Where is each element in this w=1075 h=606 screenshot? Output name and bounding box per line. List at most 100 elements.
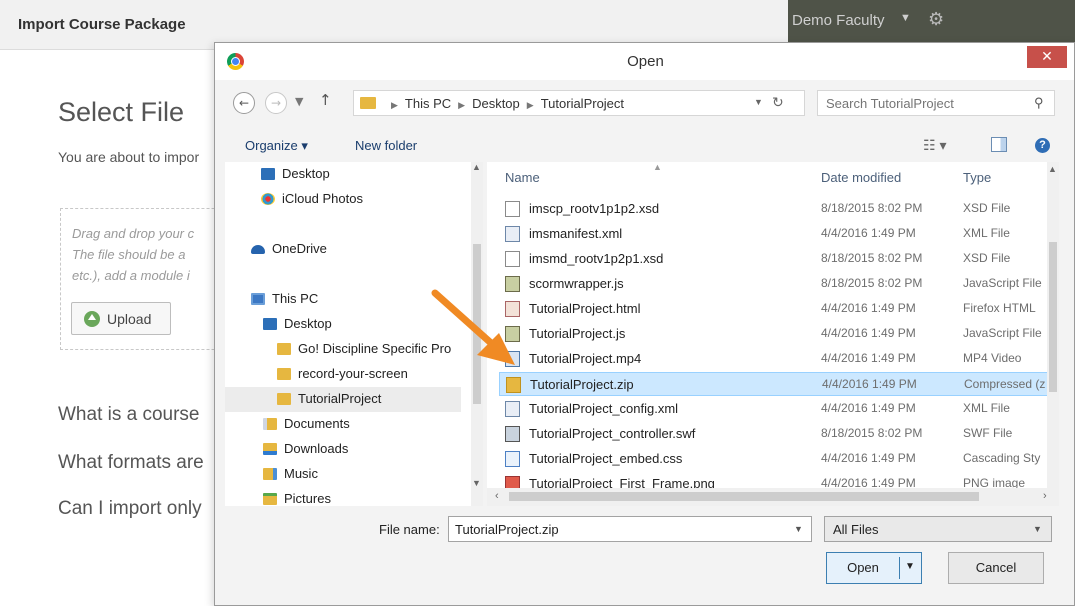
scroll-right-icon[interactable]: › [1043,490,1047,502]
open-button-label[interactable]: Open [827,553,899,583]
forward-button[interactable]: → [265,92,287,114]
file-row[interactable]: TutorialProject.js 4/4/2016 1:49 PM JavaSc… [499,322,1059,346]
file-type: Compressed (z [964,377,1046,391]
nav-item-tutorialproject[interactable]: TutorialProject [225,387,461,412]
file-type-select[interactable]: All Files ▼ [824,516,1052,542]
upload-button[interactable]: Upload [71,302,171,335]
file-horizontal-scrollbar[interactable]: ‹ › [487,488,1059,506]
upload-icon [84,311,100,327]
breadcrumb-tutorialproject[interactable]: TutorialProject [541,96,624,111]
nav-item-music[interactable]: Music [263,462,483,487]
scroll-up-icon[interactable]: ▲ [472,162,481,172]
breadcrumb-separator: ▶ [458,100,466,110]
folder-icon [277,343,291,355]
file-vertical-scrollbar[interactable]: ▲ [1047,162,1059,488]
up-arrow-icon[interactable]: ↑ [319,91,332,109]
faq-link[interactable]: Can I import only [58,498,202,520]
open-button[interactable]: Open ▼ [826,552,922,584]
nav-item-desktop[interactable]: Desktop [261,162,483,187]
file-name: imsmd_rootv1p2p1.xsd [529,251,664,266]
file-type: JavaScript File [963,276,1042,290]
select-file-heading: Select File [58,97,185,127]
back-button[interactable]: ← [233,92,255,114]
computer-icon [251,293,265,305]
breadcrumb-desktop[interactable]: Desktop [472,96,520,111]
recent-locations-icon[interactable]: ▼ [295,95,303,108]
account-name[interactable]: Demo Faculty [792,12,885,29]
desktop-icon [263,318,277,330]
chevron-down-icon[interactable]: ▼ [794,524,803,534]
nav-item-onedrive[interactable]: OneDrive [251,237,483,262]
folder-icon [277,393,291,405]
nav-item-icloud-photos[interactable]: iCloud Photos [261,187,483,212]
file-row[interactable]: TutorialProject_config.xml 4/4/2016 1:49 … [499,397,1059,421]
faq-link[interactable]: What is a course [58,404,200,426]
chevron-down-icon[interactable]: ▼ [1033,524,1042,534]
search-input[interactable] [818,91,1018,115]
scroll-thumb[interactable] [1049,242,1057,392]
cancel-button[interactable]: Cancel [948,552,1044,584]
xsd-file-icon [505,251,520,267]
file-row[interactable]: imscp_rootv1p1p2.xsd 8/18/2015 8:02 PM XSD… [499,197,1059,221]
refresh-icon[interactable]: ↻ [772,94,784,111]
file-name: imsmanifest.xml [529,226,623,241]
column-header-type[interactable]: Type [963,170,991,185]
file-name-combobox[interactable]: ▼ [448,516,812,542]
file-type: SWF File [963,426,1013,440]
nav-item-label: Pictures [284,491,331,506]
address-bar[interactable]: ▶ This PC ▶ Desktop ▶ TutorialProject ▼ ↻ [353,90,805,116]
file-row[interactable]: imsmd_rootv1p2p1.xsd 8/18/2015 8:02 PM XSD… [499,247,1059,271]
file-row[interactable]: TutorialProject_embed.css 4/4/2016 1:49 P… [499,447,1059,471]
address-dropdown-icon[interactable]: ▼ [754,97,763,107]
nav-item-downloads[interactable]: Downloads [263,437,483,462]
page-title: Import Course Package [18,16,186,33]
search-box[interactable]: ⚲ [817,90,1055,116]
organize-button[interactable]: Organize ▾ [245,138,308,154]
drop-hint-line: The file should be a [72,247,186,262]
close-button[interactable]: ✕ [1027,46,1067,68]
scroll-up-icon[interactable]: ▲ [1048,164,1057,174]
music-icon [263,468,277,480]
breadcrumb-this-pc[interactable]: This PC [405,96,451,111]
preview-pane-icon[interactable] [991,137,1007,152]
onedrive-icon [251,245,265,254]
file-date: 4/4/2016 1:49 PM [821,301,916,315]
nav-item-pictures[interactable]: Pictures [263,487,483,506]
file-row-selected[interactable]: TutorialProject.zip 4/4/2016 1:49 PM Compr… [499,372,1059,396]
nav-item-documents[interactable]: Documents [263,412,483,437]
file-row[interactable]: TutorialProject.html 4/4/2016 1:49 PM Fire… [499,297,1059,321]
drop-zone-hint: Drag and drop your c The file should be … [72,223,194,286]
scroll-left-icon[interactable]: ‹ [495,490,499,502]
file-type-value: All Files [833,522,879,537]
file-date: 8/18/2015 8:02 PM [821,426,923,440]
file-date: 8/18/2015 8:02 PM [821,251,923,265]
file-date: 4/4/2016 1:49 PM [821,401,916,415]
file-row[interactable]: imsmanifest.xml 4/4/2016 1:49 PM XML File [499,222,1059,246]
open-dialog: Open ✕ ← → ▼ ↑ ▶ This PC ▶ Desktop ▶ Tutorial… [214,42,1075,606]
gear-icon[interactable]: ⚙ [928,9,944,30]
scroll-thumb[interactable] [509,492,979,501]
navigation-bar: ← → ▼ ↑ ▶ This PC ▶ Desktop ▶ TutorialProject… [215,80,1074,130]
css-file-icon [505,451,520,467]
account-menu[interactable]: Demo Faculty ▼ ⚙ [788,0,1075,42]
nav-item-label: TutorialProject [298,391,382,406]
open-options-chevron-icon[interactable]: ▼ [905,561,915,572]
help-icon[interactable]: ? [1035,138,1050,153]
file-row[interactable]: TutorialProject.mp4 4/4/2016 1:49 PM MP4 V… [499,347,1059,371]
file-name-input[interactable] [449,517,784,541]
file-row[interactable]: TutorialProject_controller.swf 8/18/2015 … [499,422,1059,446]
scroll-down-icon[interactable]: ▼ [472,478,481,488]
xml-file-icon [505,226,520,242]
column-header-date[interactable]: Date modified [821,170,901,185]
search-icon[interactable]: ⚲ [1034,95,1044,111]
dialog-title: Open [627,53,664,70]
file-row[interactable]: scormwrapper.js 8/18/2015 8:02 PM JavaScri… [499,272,1059,296]
dialog-titlebar[interactable]: Open ✕ [215,43,1074,80]
view-options-icon[interactable]: ☷ ▾ [923,137,946,154]
column-header-name[interactable]: Name [505,170,540,185]
file-date: 8/18/2015 8:02 PM [821,201,923,215]
chevron-down-icon[interactable]: ▼ [900,12,911,24]
breadcrumb[interactable]: ▶ This PC ▶ Desktop ▶ TutorialProject [384,96,624,111]
faq-link[interactable]: What formats are [58,452,204,474]
new-folder-button[interactable]: New folder [355,138,417,153]
